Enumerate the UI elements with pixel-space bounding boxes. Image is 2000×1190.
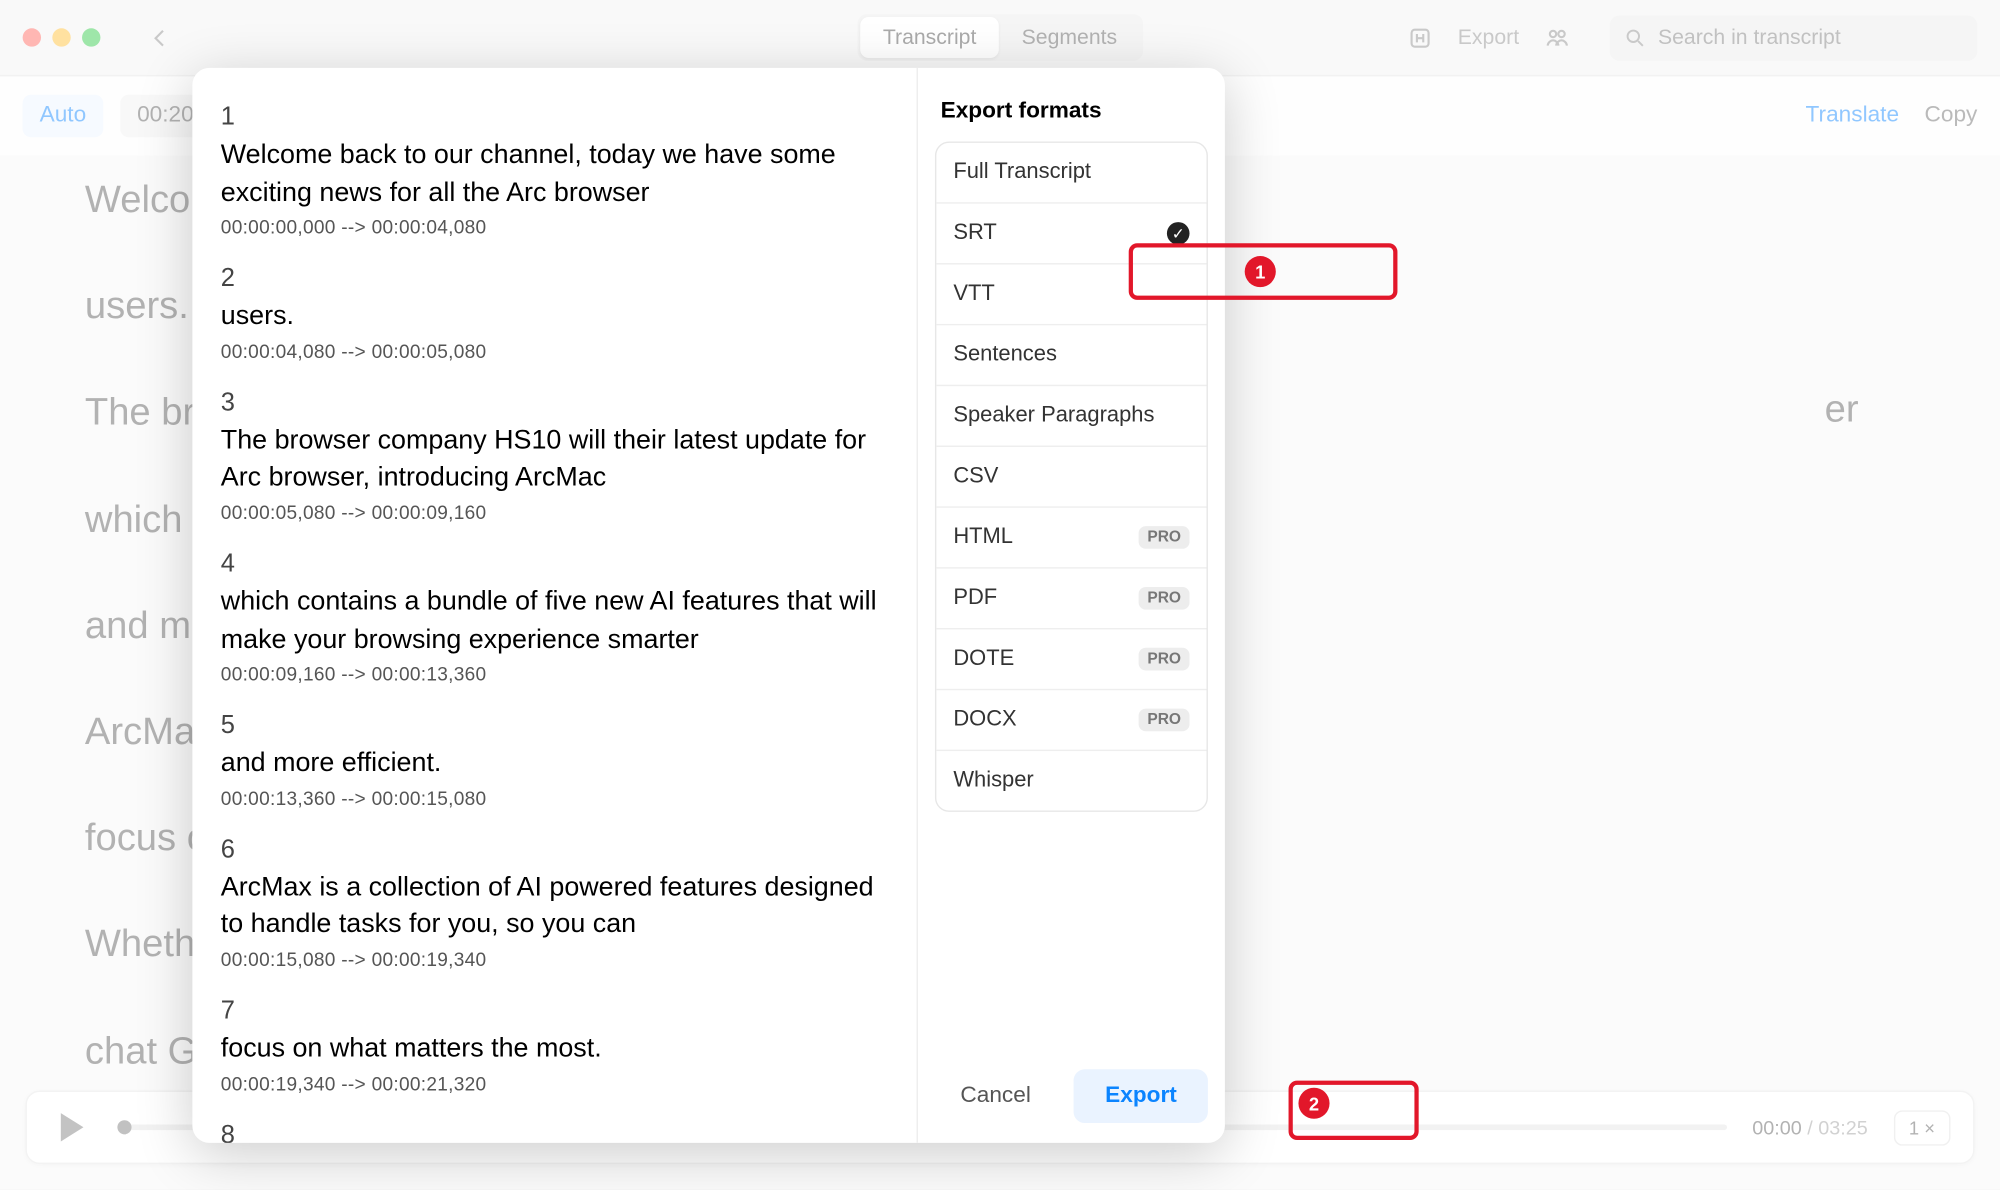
cancel-button[interactable]: Cancel (935, 1069, 1056, 1123)
subtitle-entry: 6 ArcMax is a collection of AI powered fe… (221, 834, 889, 970)
pro-badge: PRO (1139, 709, 1190, 732)
format-option-speaker-paragraphs[interactable]: Speaker Paragraphs (936, 386, 1206, 447)
format-label: VTT (953, 281, 994, 306)
subtitle-index: 1 (221, 102, 889, 132)
pro-badge: PRO (1139, 587, 1190, 610)
subtitle-index: 4 (221, 549, 889, 579)
subtitle-entry: 8 (221, 1120, 889, 1143)
subtitle-timecode: 00:00:13,360 --> 00:00:15,080 (221, 787, 889, 808)
subtitle-text: The browser company HS10 will their late… (221, 423, 889, 498)
format-label: CSV (953, 464, 998, 489)
format-option-csv[interactable]: CSV (936, 447, 1206, 508)
subtitle-entry: 1 Welcome back to our channel, today we h… (221, 102, 889, 238)
subtitle-timecode: 00:00:09,160 --> 00:00:13,360 (221, 664, 889, 685)
format-option-full-transcript[interactable]: Full Transcript (936, 143, 1206, 204)
subtitle-entry: 3 The browser company HS10 will their lat… (221, 387, 889, 523)
format-option-dote[interactable]: DOTE PRO (936, 629, 1206, 690)
export-formats-list: Full Transcript SRT ✓ VTT Sentences Speaker P… (935, 141, 1208, 811)
format-option-whisper[interactable]: Whisper (936, 751, 1206, 810)
pro-badge: PRO (1139, 648, 1190, 671)
export-formats-title: Export formats (935, 99, 1208, 124)
format-label: DOCX (953, 707, 1016, 732)
format-option-docx[interactable]: DOCX PRO (936, 690, 1206, 751)
subtitle-entry: 2 users. 00:00:04,080 --> 00:00:05,080 (221, 263, 889, 361)
subtitle-entry: 7 focus on what matters the most. 00:00:19… (221, 996, 889, 1094)
subtitle-text: users. (221, 299, 889, 337)
subtitle-index: 6 (221, 834, 889, 864)
subtitle-index: 3 (221, 387, 889, 417)
subtitle-index: 7 (221, 996, 889, 1026)
format-option-sentences[interactable]: Sentences (936, 325, 1206, 386)
pro-badge: PRO (1139, 526, 1190, 549)
subtitle-timecode: 00:00:15,080 --> 00:00:19,340 (221, 949, 889, 970)
annotation-badge-2: 2 (1298, 1088, 1329, 1119)
subtitle-text: which contains a bundle of five new AI f… (221, 584, 889, 659)
export-preview-panel: 1 Welcome back to our channel, today we h… (192, 68, 916, 1143)
format-option-srt[interactable]: SRT ✓ (936, 204, 1206, 265)
subtitle-index: 5 (221, 710, 889, 740)
subtitle-entry: 5 and more efficient. 00:00:13,360 --> 00:… (221, 710, 889, 808)
format-label: Sentences (953, 342, 1057, 367)
format-option-pdf[interactable]: PDF PRO (936, 569, 1206, 630)
export-options-panel: Export formats Full Transcript SRT ✓ VTT Sen… (917, 68, 1225, 1143)
check-icon: ✓ (1167, 222, 1190, 245)
annotation-badge-1: 1 (1245, 256, 1276, 287)
format-label: DOTE (953, 646, 1014, 671)
format-option-vtt[interactable]: VTT (936, 264, 1206, 325)
format-option-html[interactable]: HTML PRO (936, 508, 1206, 569)
subtitle-text: ArcMax is a collection of AI powered fea… (221, 870, 889, 945)
subtitle-timecode: 00:00:19,340 --> 00:00:21,320 (221, 1073, 889, 1094)
format-label: Whisper (953, 768, 1033, 793)
format-label: SRT (953, 221, 996, 246)
subtitle-timecode: 00:00:04,080 --> 00:00:05,080 (221, 341, 889, 362)
subtitle-timecode: 00:00:05,080 --> 00:00:09,160 (221, 502, 889, 523)
subtitle-text: Welcome back to our channel, today we ha… (221, 137, 889, 212)
format-label: HTML (953, 525, 1013, 550)
subtitle-entry: 4 which contains a bundle of five new AI … (221, 549, 889, 685)
format-label: Full Transcript (953, 160, 1091, 185)
subtitle-timecode: 00:00:00,000 --> 00:00:04,080 (221, 217, 889, 238)
subtitle-index: 8 (221, 1120, 889, 1143)
format-label: Speaker Paragraphs (953, 403, 1154, 428)
format-label: PDF (953, 586, 997, 611)
export-dialog: 1 Welcome back to our channel, today we h… (192, 68, 1225, 1143)
subtitle-text: focus on what matters the most. (221, 1031, 889, 1069)
subtitle-index: 2 (221, 263, 889, 293)
subtitle-text: and more efficient. (221, 746, 889, 784)
export-button[interactable]: Export (1074, 1069, 1208, 1123)
